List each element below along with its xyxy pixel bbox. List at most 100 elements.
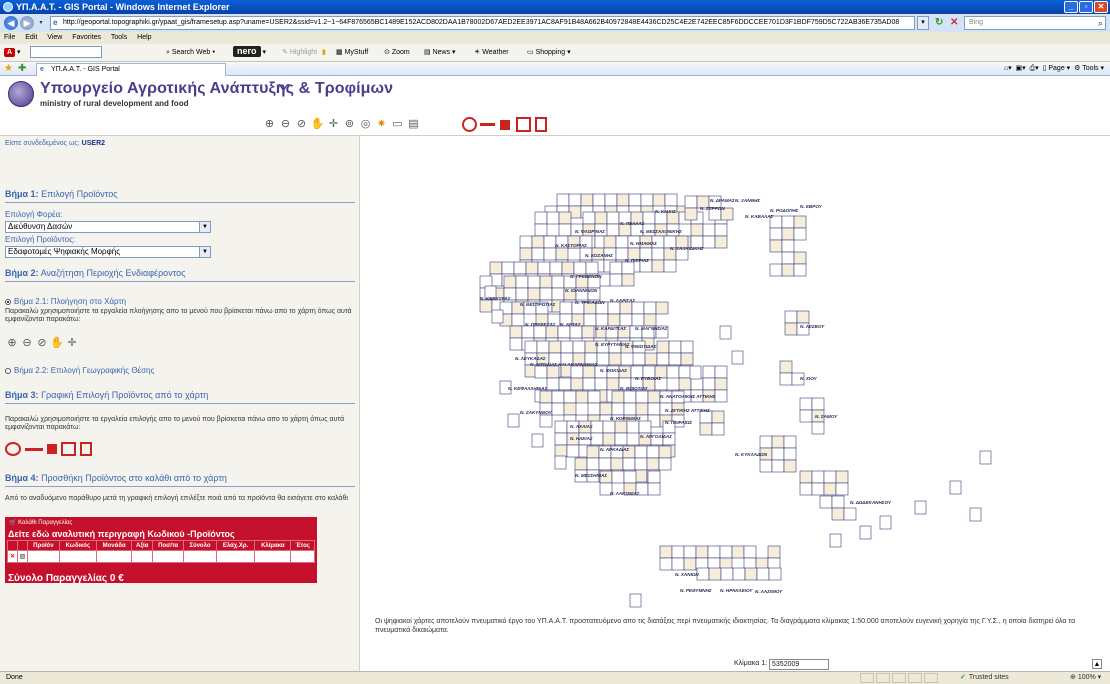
radio-selected-icon[interactable] — [5, 298, 11, 305]
back-button[interactable]: ◀ — [4, 16, 18, 30]
map-tile[interactable] — [619, 301, 633, 315]
map-tile[interactable] — [615, 235, 629, 249]
chevron-down-icon[interactable]: ▼ — [199, 222, 210, 232]
map-tile[interactable] — [503, 275, 517, 289]
zoom-in-icon[interactable]: ⊕ — [262, 117, 277, 132]
map-tile[interactable] — [515, 287, 529, 301]
map-tile[interactable] — [859, 525, 872, 540]
map-tile[interactable] — [603, 235, 617, 249]
map-tile[interactable] — [668, 352, 682, 366]
map-tile[interactable] — [771, 435, 785, 449]
map-tile[interactable] — [642, 211, 656, 225]
map-tile[interactable] — [551, 287, 565, 301]
map-tile[interactable] — [586, 445, 600, 459]
map-tile[interactable] — [823, 482, 837, 496]
map-tile[interactable] — [799, 482, 813, 496]
map-tile[interactable] — [554, 420, 568, 434]
map-tile[interactable] — [651, 247, 665, 261]
map-tile[interactable] — [595, 313, 609, 327]
map-tile[interactable] — [563, 402, 577, 416]
map-tile[interactable] — [616, 193, 630, 207]
map-tile[interactable] — [561, 261, 575, 275]
map-tile[interactable] — [586, 457, 600, 471]
select-polygon-icon[interactable] — [516, 117, 531, 132]
map-tile[interactable] — [513, 261, 527, 275]
map-tile[interactable] — [606, 211, 620, 225]
map-tile[interactable] — [509, 325, 523, 339]
page-menu[interactable]: ▯ Page ▾ — [1043, 65, 1071, 72]
map-tile[interactable] — [525, 261, 539, 275]
highlight-icon[interactable]: ▮ — [322, 44, 326, 62]
map-tile[interactable] — [507, 413, 520, 428]
map-tile[interactable] — [767, 545, 781, 559]
map-tile[interactable] — [580, 193, 594, 207]
map-tile[interactable] — [656, 340, 670, 354]
map-tile[interactable] — [634, 457, 648, 471]
map-tile[interactable] — [573, 261, 587, 275]
map-tile[interactable] — [768, 567, 782, 581]
menu-file[interactable]: File — [4, 34, 15, 41]
map-tile[interactable] — [556, 193, 570, 207]
map-tile[interactable] — [664, 193, 678, 207]
map-tile[interactable] — [793, 215, 807, 229]
map-tile[interactable] — [720, 567, 734, 581]
toolbar-search-field[interactable] — [30, 44, 102, 62]
map-tile[interactable] — [658, 457, 672, 471]
map-tile[interactable] — [714, 377, 728, 391]
map-tile[interactable] — [570, 365, 584, 379]
map-tile[interactable] — [811, 397, 825, 411]
map-tile[interactable] — [527, 287, 541, 301]
map-tile[interactable] — [585, 261, 599, 275]
map-tile[interactable] — [515, 275, 529, 289]
search-input[interactable]: Bing ⌕ — [964, 16, 1106, 30]
map-tile[interactable] — [781, 239, 795, 253]
map-tile[interactable] — [607, 313, 621, 327]
map-tile[interactable] — [779, 372, 793, 386]
map-tile[interactable] — [555, 247, 569, 261]
map-tile[interactable] — [684, 195, 698, 209]
map-tile[interactable] — [599, 402, 613, 416]
map-tile[interactable] — [680, 352, 694, 366]
map-tile[interactable] — [549, 261, 563, 275]
map-tile[interactable] — [543, 247, 557, 261]
map-tile[interactable] — [569, 325, 583, 339]
map-tile[interactable] — [708, 567, 722, 581]
map-tile[interactable] — [769, 227, 783, 241]
map-tile[interactable] — [574, 457, 588, 471]
map-tile[interactable] — [609, 273, 623, 287]
map-tile[interactable] — [646, 457, 660, 471]
map-tile[interactable] — [829, 533, 842, 548]
map-tile[interactable] — [779, 360, 793, 374]
agency-select[interactable]: Διεύθυνση Δασών ▼ — [5, 221, 211, 233]
map-tile[interactable] — [489, 261, 503, 275]
map-tile[interactable] — [699, 422, 713, 436]
map-tile[interactable] — [621, 261, 635, 275]
map-tile[interactable] — [539, 275, 553, 289]
tab-gis-portal[interactable]: e ΥΠ.Α.Α.Τ. - GIS Portal — [36, 63, 226, 76]
map-tile[interactable] — [608, 352, 622, 366]
map-tile[interactable] — [479, 299, 493, 313]
menu-edit[interactable]: Edit — [25, 34, 37, 41]
map-tile[interactable] — [793, 251, 807, 265]
map-tile[interactable] — [551, 390, 565, 404]
feeds-icon[interactable]: ▣▾ — [1016, 65, 1026, 72]
map-tile[interactable] — [640, 193, 654, 207]
map-tile[interactable] — [663, 259, 677, 273]
map-tile[interactable] — [646, 445, 660, 459]
home-icon[interactable]: ⌂▾ — [1004, 65, 1012, 72]
map-tile[interactable] — [702, 377, 716, 391]
radio-unselected-icon[interactable] — [5, 367, 11, 374]
map-tile[interactable] — [781, 215, 795, 229]
map-tile[interactable] — [843, 507, 857, 521]
map-tile[interactable] — [835, 482, 849, 496]
map-tile[interactable] — [575, 390, 589, 404]
map-tile[interactable] — [592, 193, 606, 207]
map-tile[interactable] — [831, 507, 845, 521]
map-tile[interactable] — [793, 227, 807, 241]
map-tile[interactable] — [623, 402, 637, 416]
favorites-star-icon[interactable]: ★ — [4, 63, 13, 75]
map-tile[interactable] — [638, 420, 652, 434]
map-tile[interactable] — [759, 459, 773, 473]
map-tile[interactable] — [796, 310, 810, 324]
map-tile[interactable] — [534, 365, 548, 379]
